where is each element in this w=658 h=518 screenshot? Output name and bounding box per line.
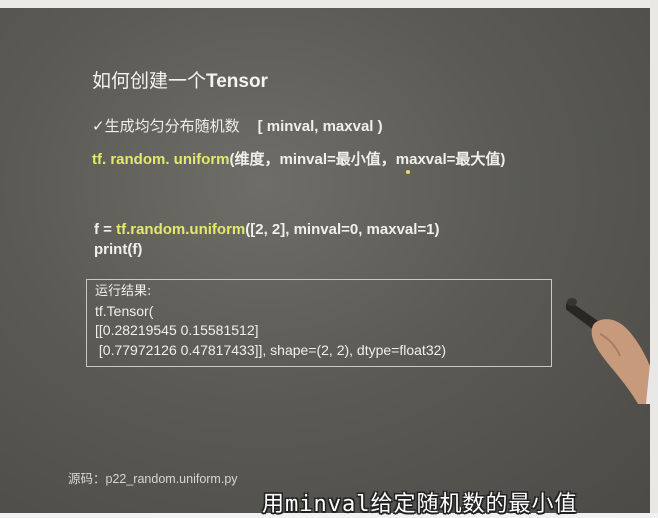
- slide-title: 如何创建一个Tensor: [92, 66, 268, 93]
- api-signature: tf. random. uniform(维度，minval=最小值，maxval…: [92, 148, 505, 169]
- subtitle-part-2: minval: [285, 492, 371, 517]
- result-text: 运行结果: tf.Tensor([[0.28219545 0.15581512] …: [95, 282, 446, 360]
- code-block: f = tf.random.uniform([2, 2], minval=0, …: [94, 220, 440, 260]
- bullet-text: ✓生成均匀分布随机数: [92, 117, 240, 135]
- result-label: 运行结果:: [95, 284, 152, 299]
- code-line-1-args: ([2, 2], minval=0, maxval=1): [245, 221, 440, 238]
- presenter-hand: [566, 298, 658, 404]
- subtitle-part-3: 给定随机数的最小值: [370, 492, 578, 517]
- wall-right: [650, 0, 658, 513]
- video-subtitle: 用minval给定随机数的最小值: [262, 486, 578, 518]
- subtitle-part-1: 用: [262, 492, 286, 517]
- bullet-range: [ minval, maxval ): [257, 118, 383, 135]
- bullet-line: ✓生成均匀分布随机数 [ minval, maxval ): [92, 115, 383, 136]
- title-cn: 如何创建一个: [92, 70, 207, 92]
- laser-pointer-dot: [406, 170, 410, 174]
- result-line-3: [0.77972126 0.47817433]], shape=(2, 2), …: [95, 341, 447, 358]
- code-line-1: f = tf.random.uniform([2, 2], minval=0, …: [94, 220, 440, 240]
- code-line-1-prefix: f =: [94, 221, 117, 238]
- title-en: Tensor: [206, 71, 268, 92]
- result-line-2: [[0.28219545 0.15581512]: [95, 322, 259, 338]
- api-args: (维度，minval=最小值，maxval=最大值): [229, 151, 506, 168]
- api-prefix: tf. random. uniform: [92, 151, 230, 168]
- code-line-1-func: tf.random.uniform: [116, 221, 246, 238]
- source-file-label: 源码：p22_random.uniform.py: [68, 472, 238, 486]
- code-line-2: print(f): [94, 241, 143, 258]
- result-line-1: tf.Tensor(: [95, 302, 154, 319]
